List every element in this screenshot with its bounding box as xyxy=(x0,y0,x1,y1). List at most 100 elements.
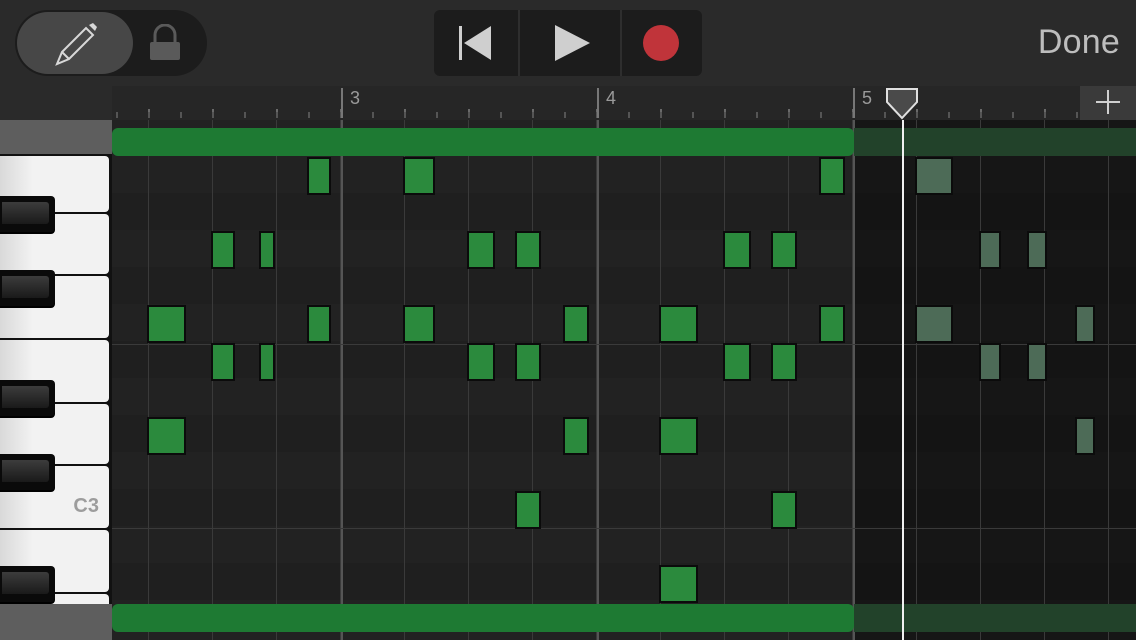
ruler-bar-line xyxy=(597,88,599,118)
toolbar: Done xyxy=(0,0,1136,86)
play-icon xyxy=(555,25,590,61)
ruler-subtick xyxy=(1076,112,1078,118)
record-icon xyxy=(643,25,679,61)
ruler-bar-line xyxy=(341,88,343,118)
black-key[interactable] xyxy=(0,454,55,490)
midi-note[interactable] xyxy=(515,491,541,529)
ruler-subtick xyxy=(564,112,566,118)
midi-note[interactable] xyxy=(259,343,275,381)
ruler-subtick xyxy=(884,112,886,118)
ruler-subtick xyxy=(724,112,726,118)
region-bottom-bar[interactable] xyxy=(112,604,854,632)
bar-line xyxy=(853,120,855,640)
ruler-subtick xyxy=(148,112,150,118)
beat-line xyxy=(916,120,917,640)
timeline-ruler[interactable]: 3 4 5 6 xyxy=(112,86,1136,120)
pencil-tool-button[interactable] xyxy=(17,12,133,74)
midi-note[interactable] xyxy=(515,343,541,381)
ruler-subtick xyxy=(916,112,918,118)
ruler-subtick xyxy=(1044,112,1046,118)
midi-note[interactable] xyxy=(979,343,1001,381)
bar-label-4: 4 xyxy=(606,88,616,108)
ruler-bar-line xyxy=(853,88,855,118)
add-region-button[interactable] xyxy=(1080,86,1136,120)
midi-note[interactable] xyxy=(771,343,797,381)
ruler-subtick xyxy=(628,112,630,118)
midi-note[interactable] xyxy=(307,305,331,343)
midi-note[interactable] xyxy=(211,231,235,269)
midi-note[interactable] xyxy=(659,305,698,343)
midi-note[interactable] xyxy=(819,305,845,343)
record-button[interactable] xyxy=(620,10,702,76)
region-top-bar[interactable] xyxy=(112,128,854,156)
black-key[interactable] xyxy=(0,566,55,602)
beat-line xyxy=(596,120,597,640)
transport-controls xyxy=(434,10,702,76)
play-button[interactable] xyxy=(518,10,622,76)
c3-label: C3 xyxy=(73,495,99,517)
bar-line xyxy=(341,120,343,640)
keyboard-top-cap xyxy=(0,120,112,154)
midi-note[interactable] xyxy=(467,343,495,381)
midi-note[interactable] xyxy=(307,157,331,195)
ruler-subtick xyxy=(436,112,438,118)
midi-note[interactable] xyxy=(1075,305,1095,343)
black-key[interactable] xyxy=(0,270,55,306)
ruler-subtick xyxy=(276,112,278,118)
midi-note[interactable] xyxy=(659,417,698,455)
ruler-subtick xyxy=(660,112,662,118)
region-bottom-bar-inactive xyxy=(854,604,1136,632)
midi-note[interactable] xyxy=(723,343,751,381)
beat-line xyxy=(1108,120,1109,640)
bar-line xyxy=(597,120,599,640)
ruler-subtick xyxy=(692,112,694,118)
ruler-subtick xyxy=(756,112,758,118)
midi-note[interactable] xyxy=(563,417,589,455)
ruler-subtick xyxy=(116,112,118,118)
lock-icon xyxy=(150,23,180,60)
go-to-beginning-icon xyxy=(459,26,491,60)
midi-note[interactable] xyxy=(147,417,186,455)
midi-note[interactable] xyxy=(915,305,953,343)
midi-note[interactable] xyxy=(1027,343,1047,381)
pencil-icon xyxy=(55,23,97,66)
ruler-subtick xyxy=(180,112,182,118)
ruler-subtick xyxy=(308,112,310,118)
midi-note[interactable] xyxy=(147,305,186,343)
midi-note[interactable] xyxy=(659,565,698,603)
region-top-bar-inactive xyxy=(854,128,1136,156)
lock-tool-button[interactable] xyxy=(143,23,187,64)
ruler-subtick xyxy=(212,112,214,118)
midi-note[interactable] xyxy=(819,157,845,195)
midi-note[interactable] xyxy=(211,343,235,381)
midi-note[interactable] xyxy=(1027,231,1047,269)
ruler-corner xyxy=(0,86,112,120)
midi-note[interactable] xyxy=(771,491,797,529)
octave-line xyxy=(112,528,1136,529)
midi-note[interactable] xyxy=(403,305,435,343)
beat-line xyxy=(276,120,277,640)
midi-note[interactable] xyxy=(515,231,541,269)
ruler-subtick xyxy=(1012,112,1014,118)
done-button[interactable]: Done xyxy=(1038,23,1120,62)
midi-note[interactable] xyxy=(467,231,495,269)
midi-note[interactable] xyxy=(771,231,797,269)
midi-note[interactable] xyxy=(259,231,275,269)
black-key[interactable] xyxy=(0,380,55,416)
ruler-subtick xyxy=(820,112,822,118)
ruler-subtick xyxy=(788,112,790,118)
midi-note[interactable] xyxy=(563,305,589,343)
midi-note[interactable] xyxy=(979,231,1001,269)
black-key[interactable] xyxy=(0,196,55,232)
beat-line xyxy=(404,120,405,640)
midi-note[interactable] xyxy=(403,157,435,195)
midi-note[interactable] xyxy=(915,157,953,195)
piano-roll-grid[interactable] xyxy=(112,120,1136,640)
midi-note[interactable] xyxy=(1075,417,1095,455)
ruler-subtick xyxy=(532,112,534,118)
midi-note[interactable] xyxy=(723,231,751,269)
bar-label-3: 3 xyxy=(350,88,360,108)
playhead-line xyxy=(902,120,904,640)
keyboard-bottom-cap xyxy=(0,604,112,640)
go-to-beginning-button[interactable] xyxy=(434,10,516,76)
